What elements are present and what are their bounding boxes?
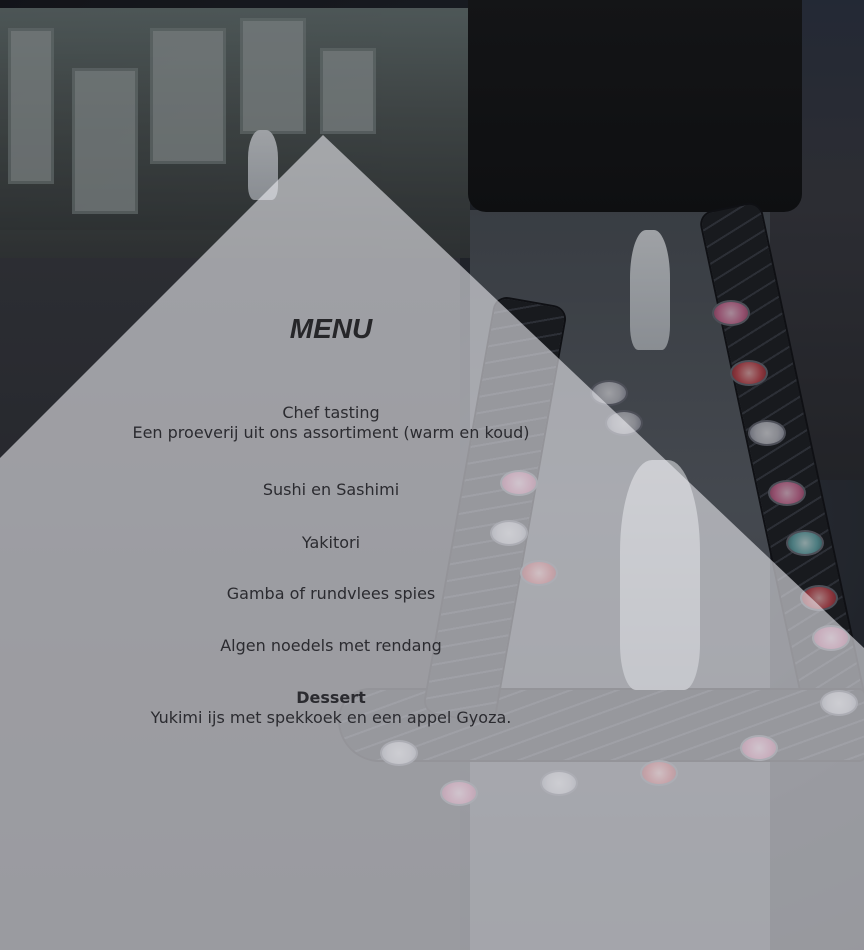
dessert-heading: Dessert (296, 688, 366, 707)
menu-item-description: Een proeverij uit ons assortiment (warm … (132, 423, 530, 442)
menu-overlay-shape (0, 135, 864, 950)
menu-page: MENU Chef tasting Een proeverij uit ons … (0, 0, 864, 950)
dessert-description: Yukimi ijs met spekkoek en een appel Gyo… (150, 708, 512, 727)
menu-item-name: Chef tasting (282, 403, 380, 422)
menu-item-name: Yakitori (301, 533, 361, 552)
menu-item-name: Sushi en Sashimi (262, 480, 400, 499)
menu-title: MENU (289, 313, 373, 344)
menu-item-name: Algen noedels met rendang (220, 636, 442, 655)
menu-item-name: Gamba of rundvlees spies (226, 584, 436, 603)
